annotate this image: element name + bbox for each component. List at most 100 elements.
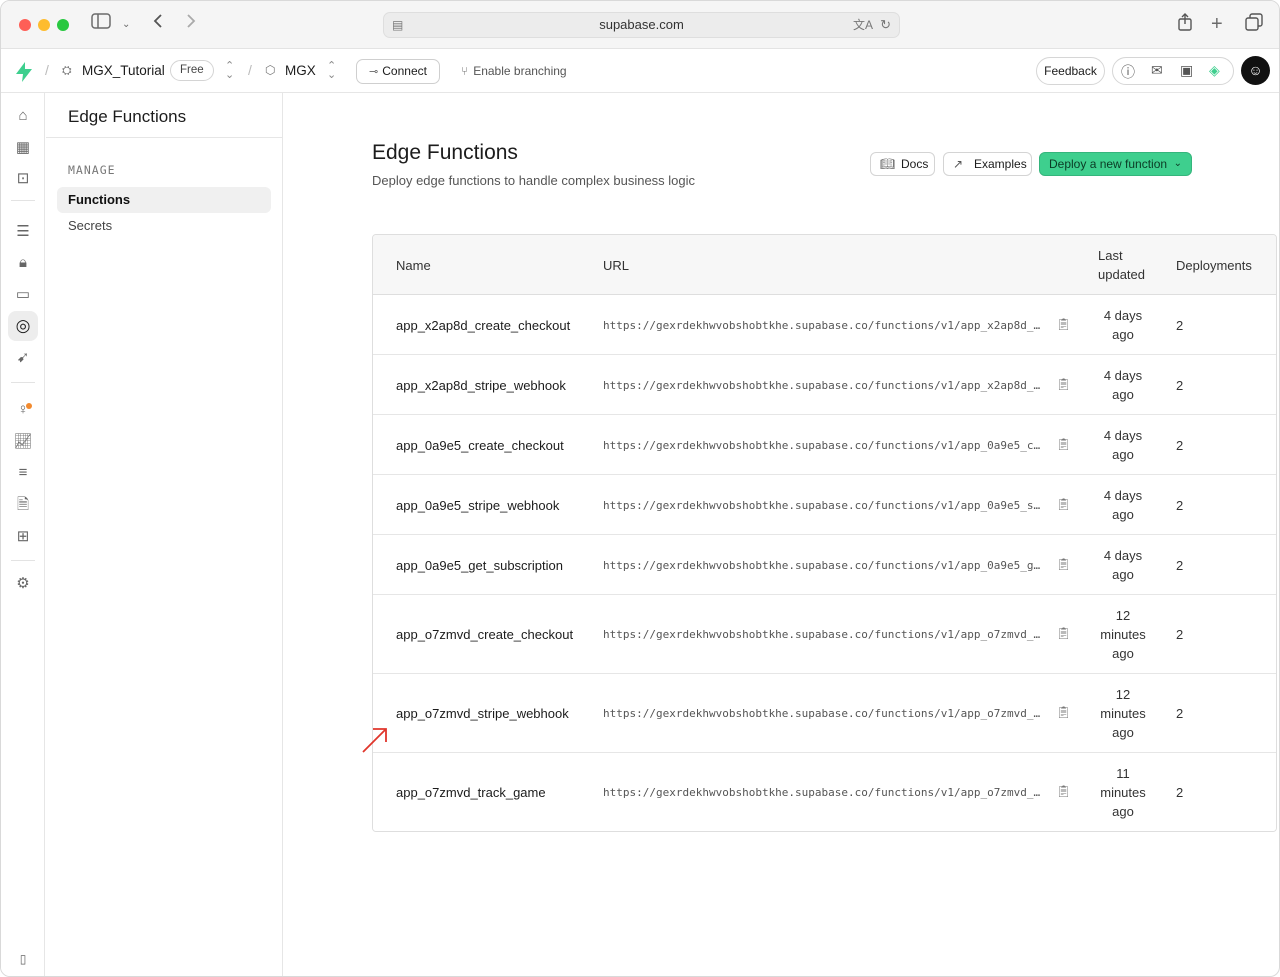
- translate-icon[interactable]: 文A: [853, 13, 873, 37]
- enable-branching-button[interactable]: ⑂ Enable branching: [461, 64, 567, 78]
- back-icon[interactable]: [152, 13, 164, 37]
- inbox-icon[interactable]: ✉: [1151, 62, 1163, 79]
- zoom-window-button[interactable]: [57, 19, 69, 31]
- function-name: app_o7zmvd_stripe_webhook: [396, 706, 569, 721]
- function-name: app_0a9e5_create_checkout: [396, 438, 564, 453]
- function-url: https://gexrdekhwvobshobtkhe.supabase.co…: [603, 786, 1045, 799]
- table-row[interactable]: app_0a9e5_create_checkout https://gexrde…: [373, 415, 1276, 475]
- plan-badge: Free: [170, 60, 214, 81]
- project-name[interactable]: MGX: [285, 63, 316, 78]
- assistant-icon[interactable]: ◈: [1209, 62, 1220, 79]
- sql-editor-icon[interactable]: ⊡: [13, 169, 33, 189]
- icon-rail: ⌂ ▦ ⊡ ☰ 🔒︎ ▭ ◎ ➹ ♀ 📈︎ ≡ 🗎︎ ⊞ ⚙ ▯: [1, 93, 45, 976]
- deployments-count: 2: [1176, 378, 1184, 393]
- deployments-count: 2: [1176, 627, 1184, 642]
- org-switcher-icon[interactable]: ⌃ ⌄: [225, 61, 234, 81]
- function-name: app_x2ap8d_create_checkout: [396, 318, 571, 333]
- copy-icon[interactable]: 📋︎: [1056, 317, 1071, 331]
- feedback-button[interactable]: Feedback: [1036, 57, 1105, 85]
- connect-button[interactable]: ⊸ Connect: [356, 59, 440, 84]
- help-icon[interactable]: ⓘ: [1121, 62, 1135, 82]
- sidebar-section-heading: MANAGE: [68, 163, 116, 177]
- last-updated: 4 days ago: [1103, 308, 1143, 342]
- copy-icon[interactable]: 📋︎: [1056, 377, 1071, 391]
- table-row[interactable]: app_o7zmvd_create_checkout https://gexrd…: [373, 595, 1276, 674]
- external-link-icon: ↗: [953, 157, 964, 171]
- forward-icon[interactable]: [185, 13, 197, 37]
- edge-functions-icon[interactable]: ◎: [8, 311, 38, 341]
- avatar[interactable]: ☺: [1241, 56, 1270, 85]
- minimize-window-button[interactable]: [38, 19, 50, 31]
- terminal-icon[interactable]: ▣: [1180, 62, 1193, 79]
- header-icon-group: ⓘ ✉ ▣ ◈: [1112, 57, 1234, 85]
- function-url: https://gexrdekhwvobshobtkhe.supabase.co…: [603, 707, 1045, 720]
- reports-chart-icon[interactable]: 📈︎: [13, 432, 33, 452]
- integrations-icon[interactable]: ⊞: [13, 527, 33, 547]
- reload-icon[interactable]: ↻: [880, 13, 891, 37]
- deployments-count: 2: [1176, 558, 1184, 573]
- page-settings-icon[interactable]: ▤: [392, 13, 403, 37]
- docs-button[interactable]: 📖︎ Docs: [870, 152, 935, 176]
- sidebar-toggle-icon[interactable]: [91, 13, 111, 37]
- database-icon[interactable]: ☰: [13, 222, 33, 242]
- new-tab-icon[interactable]: +: [1211, 13, 1223, 35]
- home-icon[interactable]: ⌂: [13, 106, 33, 126]
- sidebar-title: Edge Functions: [68, 107, 187, 126]
- deploy-function-button[interactable]: Deploy a new function ⌄: [1039, 152, 1192, 176]
- settings-gear-icon[interactable]: ⚙: [13, 574, 33, 594]
- table-row[interactable]: app_o7zmvd_stripe_webhook https://gexrde…: [373, 674, 1276, 753]
- copy-icon[interactable]: 📋︎: [1056, 557, 1071, 571]
- column-header-url: URL: [603, 258, 630, 273]
- tab-overview-icon[interactable]: [1245, 13, 1263, 39]
- table-editor-icon[interactable]: ▦: [13, 138, 33, 158]
- breadcrumb-separator: /: [248, 62, 252, 78]
- sidebar-divider: [46, 137, 282, 138]
- close-window-button[interactable]: [19, 19, 31, 31]
- app-header: / ⛭ MGX_Tutorial Free ⌃ ⌄ / ⬡ MGX ⌃ ⌄ ⊸ Con…: [1, 50, 1279, 93]
- logs-list-icon[interactable]: ≡: [13, 463, 33, 483]
- function-url: https://gexrdekhwvobshobtkhe.supabase.co…: [603, 559, 1045, 572]
- project-switcher-icon[interactable]: ⌃ ⌄: [327, 61, 336, 81]
- breadcrumb-separator: /: [45, 62, 49, 78]
- copy-icon[interactable]: 📋︎: [1056, 437, 1071, 451]
- table-row[interactable]: app_x2ap8d_create_checkout https://gexrd…: [373, 295, 1276, 355]
- copy-icon[interactable]: 📋︎: [1056, 626, 1071, 640]
- realtime-cursor-icon[interactable]: ➹: [13, 348, 33, 368]
- last-updated: 4 days ago: [1103, 488, 1143, 522]
- rail-divider: [11, 560, 35, 561]
- copy-icon[interactable]: 📋︎: [1056, 497, 1071, 511]
- address-text: supabase.com: [599, 17, 684, 32]
- table-row[interactable]: app_x2ap8d_stripe_webhook https://gexrde…: [373, 355, 1276, 415]
- last-updated: 4 days ago: [1103, 548, 1143, 582]
- page-subtitle: Deploy edge functions to handle complex …: [372, 173, 696, 188]
- page-title: Edge Functions: [372, 141, 518, 164]
- org-name[interactable]: MGX_Tutorial: [82, 63, 165, 78]
- sidebar-item-secrets[interactable]: Secrets: [57, 213, 271, 239]
- browser-window: ⌄ ▤ supabase.com 文A ↻ + / ⛭ MGX_Tutorial…: [0, 0, 1280, 977]
- collapse-sidebar-icon[interactable]: ▯: [13, 949, 33, 969]
- share-icon[interactable]: [1178, 13, 1192, 39]
- api-docs-icon[interactable]: 🗎︎: [13, 495, 33, 515]
- function-name: app_o7zmvd_track_game: [396, 785, 546, 800]
- last-updated: 4 days ago: [1103, 428, 1143, 462]
- function-name: app_0a9e5_get_subscription: [396, 558, 563, 573]
- table-row[interactable]: app_o7zmvd_track_game https://gexrdekhwv…: [373, 753, 1276, 831]
- chevron-down-icon[interactable]: ⌄: [1174, 153, 1182, 175]
- table-row[interactable]: app_0a9e5_stripe_webhook https://gexrdek…: [373, 475, 1276, 535]
- copy-icon[interactable]: 📋︎: [1056, 784, 1071, 798]
- function-name: app_x2ap8d_stripe_webhook: [396, 378, 566, 393]
- address-bar[interactable]: ▤ supabase.com 文A ↻: [383, 12, 900, 38]
- chevron-down-icon[interactable]: ⌄: [122, 13, 130, 37]
- examples-label: Examples: [974, 157, 1027, 171]
- last-updated: 12 minutes ago: [1100, 687, 1146, 740]
- last-updated: 12 minutes ago: [1100, 608, 1146, 661]
- copy-icon[interactable]: 📋︎: [1056, 705, 1071, 719]
- supabase-logo-icon[interactable]: [15, 62, 33, 82]
- organization-icon: ⛭: [62, 63, 72, 77]
- auth-lock-icon[interactable]: 🔒︎: [13, 253, 33, 273]
- storage-icon[interactable]: ▭: [13, 285, 33, 305]
- last-updated: 11 minutes ago: [1100, 766, 1146, 819]
- examples-button[interactable]: ↗ Examples: [943, 152, 1032, 176]
- sidebar-item-functions[interactable]: Functions: [57, 187, 271, 213]
- table-row[interactable]: app_0a9e5_get_subscription https://gexrd…: [373, 535, 1276, 595]
